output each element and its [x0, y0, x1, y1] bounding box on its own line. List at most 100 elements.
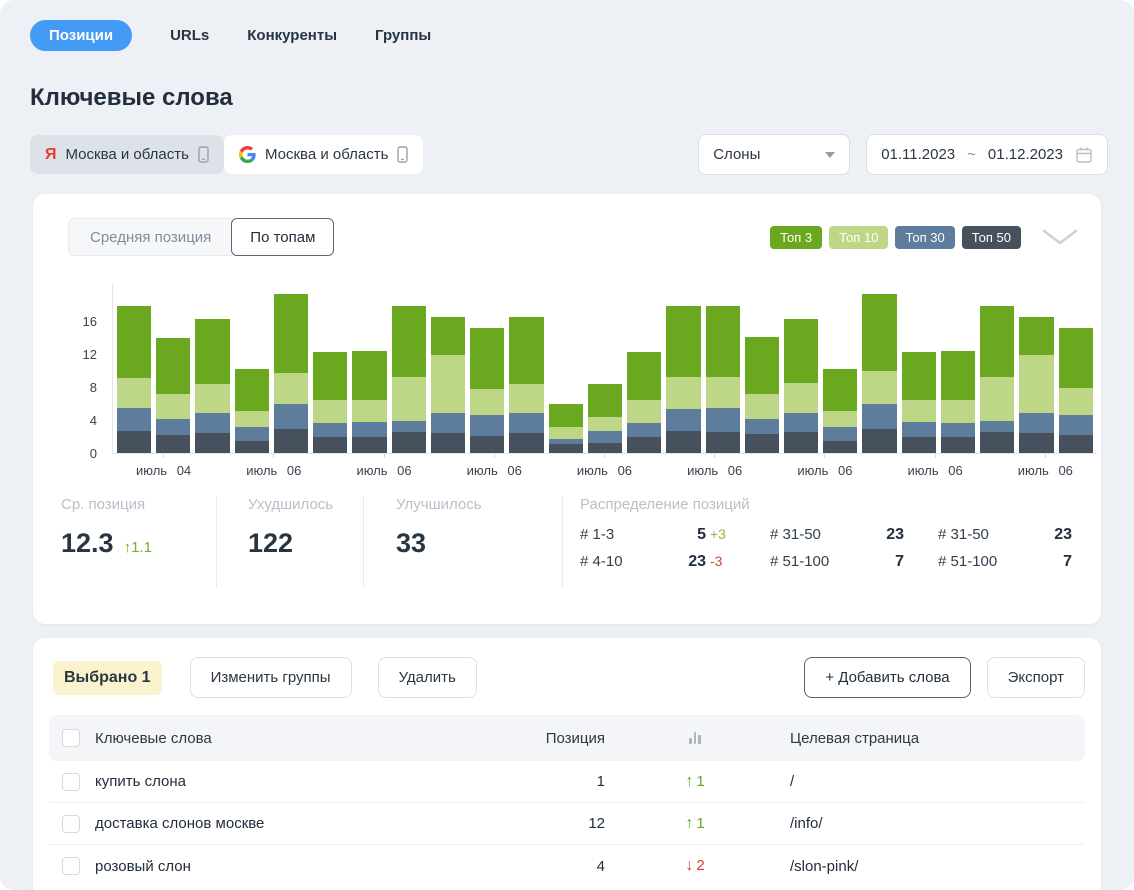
keyword-cell: розовый слон — [95, 858, 495, 875]
chart-bar[interactable] — [156, 338, 190, 453]
chart-bar[interactable] — [627, 352, 661, 453]
chart-bar[interactable] — [431, 317, 465, 453]
bar-segment-top3 — [392, 306, 426, 377]
bar-segment-top50 — [1059, 435, 1093, 453]
header-keywords: Ключевые слова — [95, 730, 495, 747]
export-button[interactable]: Экспорт — [987, 657, 1085, 698]
chart-bar[interactable] — [666, 306, 700, 453]
page-title: Ключевые слова — [30, 84, 1134, 112]
bar-segment-top50 — [941, 437, 975, 453]
chart-bar[interactable] — [588, 384, 622, 453]
chart-bar[interactable] — [1059, 328, 1093, 453]
date-range-picker[interactable]: 01.11.2023 ~ 01.12.2023 — [866, 134, 1108, 175]
legend-badge-top3[interactable]: Топ 3 — [770, 226, 822, 249]
bar-segment-top3 — [235, 369, 269, 411]
change-value: 2 — [696, 857, 704, 874]
stat-label: Ср. позиция — [61, 496, 216, 513]
row-checkbox[interactable] — [62, 857, 80, 875]
arrow-up-icon: ↑ — [124, 539, 132, 556]
search-engine-chip-google[interactable]: Москва и область — [224, 135, 423, 174]
chart-bar[interactable] — [274, 294, 308, 453]
keywords-table-card: Выбрано 1 Изменить группы Удалить + Доба… — [33, 638, 1101, 890]
bar-segment-top3 — [627, 352, 661, 400]
table-row: розовый слон 4 ↓2 /slon-pink/ — [49, 845, 1085, 887]
bar-segment-top3 — [1019, 317, 1053, 355]
chart-y-axis: 0481216 — [33, 284, 112, 454]
bar-segment-top50 — [784, 432, 818, 453]
bar-segment-top3 — [823, 369, 857, 411]
select-all-checkbox[interactable] — [62, 729, 80, 747]
chart-bar[interactable] — [980, 306, 1014, 453]
row-checkbox[interactable] — [62, 815, 80, 833]
chart-bar[interactable] — [745, 337, 779, 453]
toggle-by-tops[interactable]: По топам — [231, 218, 334, 256]
x-tick-label: июль 06 — [577, 454, 632, 478]
bar-segment-top3 — [156, 338, 190, 394]
chart-bar[interactable] — [706, 306, 740, 453]
chart-bar[interactable] — [902, 352, 936, 453]
tab-groups[interactable]: Группы — [375, 27, 431, 44]
chart-bar[interactable] — [784, 319, 818, 453]
chart-bar[interactable] — [823, 369, 857, 453]
chart-mode-toggle: Средняя позиция По топам — [68, 218, 334, 256]
chart-bar[interactable] — [313, 352, 347, 453]
chart-bar[interactable] — [117, 306, 151, 453]
bar-segment-top3 — [784, 319, 818, 383]
bar-segment-top10 — [1019, 355, 1053, 413]
add-words-button[interactable]: + Добавить слова — [804, 657, 970, 698]
bar-segment-top30 — [745, 419, 779, 434]
change-arrow-icon: ↑ — [685, 815, 693, 832]
stat-average-position: Ср. позиция 12.3 ↑1.1 — [33, 496, 216, 588]
chart-bar[interactable] — [352, 351, 386, 453]
bar-segment-top10 — [313, 400, 347, 423]
calendar-icon — [1075, 146, 1093, 164]
project-select[interactable]: Слоны — [698, 134, 850, 175]
delta-negative: -3 — [710, 553, 736, 569]
bar-segment-top30 — [706, 408, 740, 431]
chart-bar[interactable] — [470, 328, 504, 453]
bar-segment-top50 — [274, 429, 308, 453]
chart-bar[interactable] — [509, 317, 543, 453]
chart-bar[interactable] — [549, 404, 583, 453]
bar-segment-top3 — [666, 306, 700, 377]
bar-segment-top50 — [823, 441, 857, 453]
bar-segment-top3 — [706, 306, 740, 377]
chart-bar[interactable] — [1019, 317, 1053, 453]
chart-bar[interactable] — [941, 351, 975, 453]
chart-bar[interactable] — [195, 319, 229, 453]
chart-bar[interactable] — [862, 294, 896, 453]
distribution-group: # 31-50 23 # 51-100 7 — [938, 526, 1072, 571]
target-page-cell[interactable]: /info/ — [785, 815, 1085, 832]
tab-positions[interactable]: Позиции — [30, 20, 132, 51]
bar-segment-top50 — [902, 437, 936, 453]
legend-badge-top50[interactable]: Топ 50 — [962, 226, 1021, 249]
target-page-cell[interactable]: /slon-pink/ — [785, 858, 1085, 875]
bar-segment-top30 — [352, 422, 386, 437]
target-page-cell[interactable]: / — [785, 773, 1085, 790]
chart-bar[interactable] — [235, 369, 269, 453]
row-checkbox[interactable] — [62, 773, 80, 791]
toggle-average-position[interactable]: Средняя позиция — [68, 218, 232, 256]
chart-bar[interactable] — [392, 306, 426, 453]
legend-badge-top10[interactable]: Топ 10 — [829, 226, 888, 249]
bar-segment-top10 — [274, 373, 308, 404]
position-change-cell: ↑1 — [605, 815, 785, 833]
header-position: Позиция — [495, 730, 605, 747]
tab-competitors[interactable]: Конкуренты — [247, 27, 337, 44]
collapse-chart-button[interactable] — [1041, 227, 1079, 247]
delete-button[interactable]: Удалить — [378, 657, 477, 698]
mobile-icon — [397, 146, 408, 163]
search-engine-chip-yandex[interactable]: Я Москва и область — [30, 135, 224, 174]
bar-segment-top10 — [352, 400, 386, 422]
bar-segment-top30 — [980, 421, 1014, 433]
chevron-down-icon — [825, 152, 835, 158]
bar-segment-top30 — [235, 427, 269, 441]
stat-improved: Улучшилось 33 — [364, 496, 562, 588]
tab-urls[interactable]: URLs — [170, 27, 209, 44]
edit-groups-button[interactable]: Изменить группы — [190, 657, 352, 698]
bar-segment-top10 — [235, 411, 269, 428]
legend-badge-top30[interactable]: Топ 30 — [895, 226, 954, 249]
bar-segment-top3 — [745, 337, 779, 394]
bar-segment-top30 — [431, 413, 465, 434]
position-distribution: Распределение позиций # 1-3 5 +3 # 4-10 … — [563, 496, 1101, 588]
